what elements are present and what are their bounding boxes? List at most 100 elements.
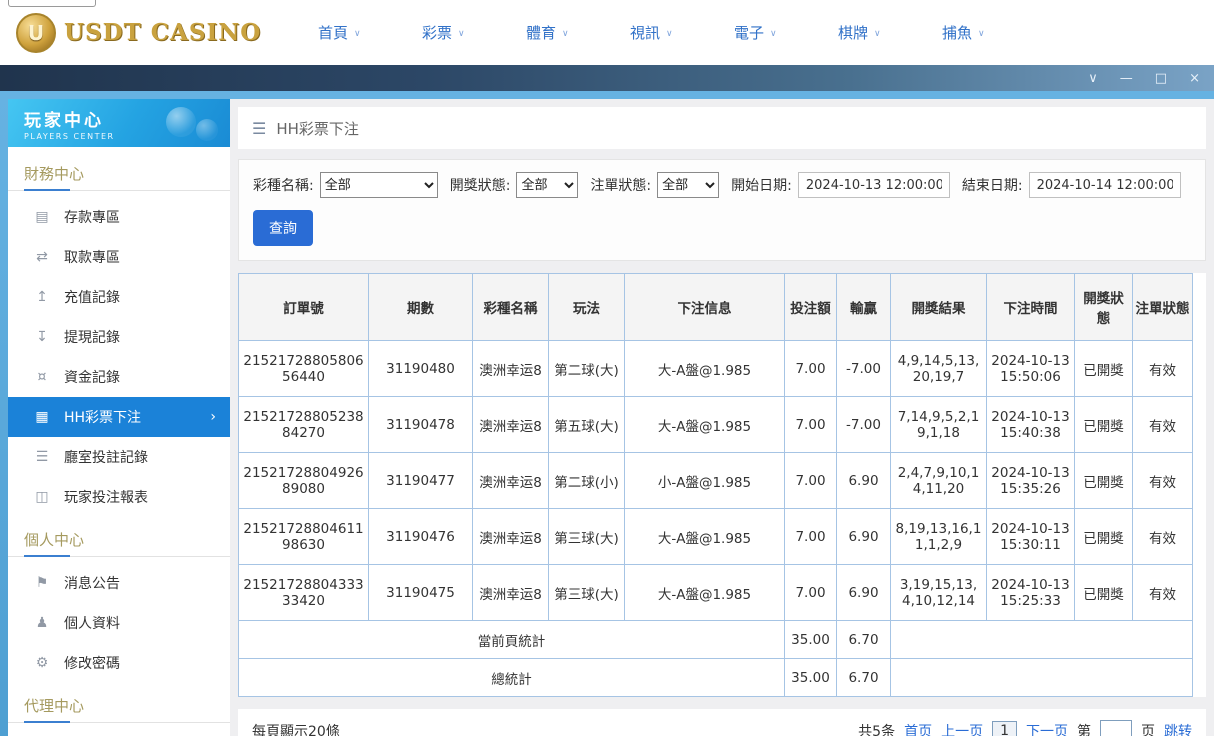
sidebar-item-profile[interactable]: ♟個人資料 — [8, 603, 230, 643]
sidebar-item-label: 廳室投註記錄 — [64, 447, 148, 467]
sidebar-item-label: 玩家投注報表 — [64, 487, 148, 507]
cell-draw_status: 已開獎 — [1075, 397, 1133, 453]
cell-result: 8,19,13,16,11,1,2,9 — [891, 509, 987, 565]
nav-item-lottery[interactable]: 彩票∨ — [391, 22, 495, 43]
nav-item-board-games[interactable]: 棋牌∨ — [807, 22, 911, 43]
chevron-right-icon: › — [210, 409, 216, 425]
sidebar-section-personal: 個人中心 — [8, 517, 230, 556]
jump-page-input[interactable] — [1100, 720, 1132, 736]
jump-prefix-label: 第 — [1077, 721, 1091, 736]
summary-empty — [891, 659, 1193, 697]
recharge-icon: ↥ — [34, 289, 50, 305]
order-status-select[interactable]: 全部 — [657, 172, 719, 198]
start-date-input[interactable] — [798, 172, 950, 198]
cell-play: 第三球(大) — [549, 565, 625, 621]
chevron-down-icon: ∨ — [666, 27, 673, 39]
cell-result: 4,9,14,5,13,20,19,7 — [891, 341, 987, 397]
nav-item-sports[interactable]: 體育∨ — [495, 22, 599, 43]
sidebar-menu: 財務中心 ▤存款專區⇄取款專區↥充值記錄↧提現記錄¤資金記錄▦HH彩票下注› ☰ 廳室… — [8, 147, 230, 736]
section-divider — [8, 556, 230, 557]
brand-logo[interactable]: U USDT CASINO — [16, 13, 261, 53]
menu-icon[interactable]: ☰ — [252, 119, 266, 138]
cell-time: 2024-10-13 15:40:38 — [987, 397, 1075, 453]
cell-draw_status: 已開獎 — [1075, 509, 1133, 565]
table-row: 215217288052388427031190478澳洲幸运8第五球(大)大-… — [239, 397, 1193, 453]
sidebar-section-finance: 財務中心 — [8, 151, 230, 190]
sidebar-item-deposit-area[interactable]: ▤存款專區 — [8, 197, 230, 237]
current-page[interactable]: 1 — [992, 721, 1017, 736]
chevron-down-icon: ∨ — [770, 27, 777, 39]
window-maximize-icon[interactable]: □ — [1155, 72, 1167, 85]
filter-panel: 彩種名稱: 全部 開獎狀態: 全部 注單狀態: 全部 開始日期: 結束日期: — [238, 159, 1206, 261]
cell-result: 2,4,7,9,10,14,11,20 — [891, 453, 987, 509]
summary-winloss: 6.70 — [837, 621, 891, 659]
prev-page-link[interactable]: 上一页 — [941, 721, 983, 736]
sidebar-item-announcements[interactable]: ⚑消息公告 — [8, 563, 230, 603]
col-amount: 投注額 — [785, 274, 837, 341]
sidebar-item-player-bet-report[interactable]: ◫玩家投注報表 — [8, 477, 230, 517]
nav-item-label: 視訊 — [630, 22, 660, 43]
cell-win_loss: 6.90 — [837, 453, 891, 509]
window-titlebar: ∨ — □ × — [0, 65, 1214, 91]
search-button[interactable]: 查詢 — [253, 210, 313, 246]
table-row: 215217288058065644031190480澳洲幸运8第二球(大)大-… — [239, 341, 1193, 397]
cell-amount: 7.00 — [785, 565, 837, 621]
section-divider — [8, 722, 230, 723]
cell-order_no: 2152172880492689080 — [239, 453, 369, 509]
col-bet_info: 下注信息 — [625, 274, 785, 341]
table-row: 215217288049268908031190477澳洲幸运8第二球(小)小-… — [239, 453, 1193, 509]
nav-item-home[interactable]: 首頁∨ — [287, 22, 391, 43]
lottery-name-select[interactable]: 全部 — [320, 172, 438, 198]
sidebar-item-label: 存款專區 — [64, 207, 120, 227]
nav-item-video[interactable]: 視訊 ∨ — [599, 22, 703, 43]
chevron-down-icon: ∨ — [354, 27, 361, 39]
sidebar-item-funds-records[interactable]: ¤資金記錄 — [8, 357, 230, 397]
table-row: 215217288046119863031190476澳洲幸运8第三球(大)大-… — [239, 509, 1193, 565]
sidebar-section-agent: 代理中心 — [8, 683, 230, 722]
page-size-text: 每頁顯示20條 — [252, 721, 340, 736]
sidebar-item-hall-bet-records[interactable]: ☰ 廳室投註記錄 — [8, 437, 230, 477]
cell-lottery: 澳洲幸运8 — [473, 509, 549, 565]
cell-win_loss: -7.00 — [837, 397, 891, 453]
cell-draw_status: 已開獎 — [1075, 565, 1133, 621]
cell-order_status: 有效 — [1133, 397, 1193, 453]
cell-order_no: 2152172880523884270 — [239, 397, 369, 453]
lottery-bet-icon: ▦ — [34, 409, 50, 425]
jump-suffix-label: 页 — [1141, 721, 1155, 736]
sidebar-item-change-password[interactable]: ⚙修改密碼 — [8, 643, 230, 683]
window-dropdown-icon[interactable]: ∨ — [1088, 72, 1098, 85]
sidebar-item-withdrawal-records[interactable]: ↧提現記錄 — [8, 317, 230, 357]
sidebar-item-hh-lottery-bets[interactable]: ▦HH彩票下注› — [8, 397, 230, 437]
cell-period: 31190476 — [369, 509, 473, 565]
end-date-input[interactable] — [1029, 172, 1181, 198]
bets-table: 訂單號期數彩種名稱玩法下注信息投注額輸贏開獎結果下注時間開獎狀態注單狀態 215… — [238, 273, 1193, 697]
chevron-down-icon: ∨ — [978, 27, 985, 39]
page: U USDT CASINO 首頁∨彩票∨體育∨視訊∨電子∨棋牌∨捕魚∨ ∨ — … — [0, 0, 1214, 736]
cell-play: 第三球(大) — [549, 509, 625, 565]
draw-status-select[interactable]: 全部 — [516, 172, 578, 198]
site-header: U USDT CASINO 首頁∨彩票∨體育∨視訊∨電子∨棋牌∨捕魚∨ — [0, 0, 1214, 65]
sidebar-item-recharge-records[interactable]: ↥充值記錄 — [8, 277, 230, 317]
filter-row: 彩種名稱: 全部 開獎狀態: 全部 注單狀態: 全部 開始日期: 結束日期: — [253, 172, 1191, 198]
col-draw_status: 開獎狀態 — [1075, 274, 1133, 341]
window-minimize-icon[interactable]: — — [1120, 72, 1133, 85]
bets-table-body: 215217288058065644031190480澳洲幸运8第二球(大)大-… — [239, 341, 1193, 697]
cell-lottery: 澳洲幸运8 — [473, 453, 549, 509]
sidebar: 玩家中心 PLAYERS CENTER 財務中心 ▤存款專區⇄取款專區↥充值記錄↧… — [8, 99, 230, 736]
window-close-icon[interactable]: × — [1189, 72, 1200, 85]
jump-button[interactable]: 跳转 — [1164, 721, 1192, 736]
cell-draw_status: 已開獎 — [1075, 341, 1133, 397]
sidebar-header: 玩家中心 PLAYERS CENTER — [8, 99, 230, 147]
col-time: 下注時間 — [987, 274, 1075, 341]
cell-win_loss: 6.90 — [837, 565, 891, 621]
sidebar-item-withdraw-area[interactable]: ⇄取款專區 — [8, 237, 230, 277]
sidebar-item-label: 資金記錄 — [64, 367, 120, 387]
cell-order_no: 2152172880580656440 — [239, 341, 369, 397]
hall-record-icon: ☰ — [34, 449, 50, 465]
nav-item-fishing[interactable]: 捕魚∨ — [911, 22, 1015, 43]
nav-item-slots[interactable]: 電子∨ — [703, 22, 807, 43]
next-page-link[interactable]: 下一页 — [1026, 721, 1068, 736]
first-page-link[interactable]: 首页 — [904, 721, 932, 736]
cell-order_no: 2152172880433333420 — [239, 565, 369, 621]
cell-bet_info: 大-A盤@1.985 — [625, 565, 785, 621]
